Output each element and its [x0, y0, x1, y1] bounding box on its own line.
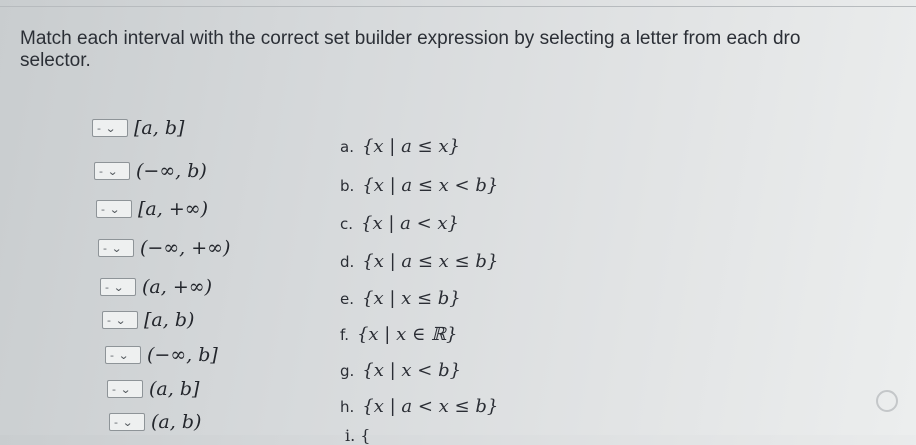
option-a: a. {x | a ≤ x} — [340, 136, 460, 157]
interval-label-6: [a, b) — [144, 309, 195, 331]
letter-dropdown-5[interactable]: - ⌄ — [100, 278, 136, 296]
instruction-line-1: Match each interval with the correct set… — [20, 28, 801, 49]
match-row-8: - ⌄ (a, b] — [107, 378, 199, 400]
letter-dropdown-7[interactable]: - ⌄ — [105, 346, 141, 364]
letter-dropdown-8[interactable]: - ⌄ — [107, 380, 143, 398]
dropdown-value: - — [99, 164, 103, 178]
letter-dropdown-6[interactable]: - ⌄ — [102, 311, 138, 329]
dropdown-value: - — [110, 348, 114, 362]
interval-label-7: (−∞, b] — [147, 344, 218, 366]
option-g: g. {x | x < b} — [340, 360, 462, 381]
option-i-partial: i. { — [345, 426, 371, 445]
option-e: e. {x | x ≤ b} — [340, 288, 461, 309]
match-row-9: - ⌄ (a, b) — [109, 411, 201, 433]
letter-dropdown-4[interactable]: - ⌄ — [98, 239, 134, 257]
instructions: Match each interval with the correct set… — [20, 28, 916, 72]
match-row-3: - ⌄ [a, +∞) — [96, 198, 208, 220]
instruction-line-2: selector. — [20, 50, 91, 71]
option-d: d. {x | a ≤ x ≤ b} — [340, 251, 499, 272]
interval-label-5: (a, +∞) — [142, 276, 212, 298]
loading-ring-icon — [876, 390, 898, 412]
chevron-down-icon: ⌄ — [111, 241, 123, 255]
option-c: c. {x | a < x} — [340, 213, 459, 234]
dropdown-value: - — [114, 415, 118, 429]
interval-label-8: (a, b] — [149, 378, 200, 400]
letter-dropdown-3[interactable]: - ⌄ — [96, 200, 132, 218]
match-row-1: - ⌄ [a, b] — [92, 117, 184, 139]
chevron-down-icon: ⌄ — [120, 382, 132, 396]
option-f: f. {x | x ∈ ℝ} — [340, 324, 458, 345]
match-row-2: - ⌄ (−∞, b) — [94, 160, 207, 182]
chevron-down-icon: ⌄ — [109, 202, 121, 216]
chevron-down-icon: ⌄ — [107, 164, 119, 178]
option-b: b. {x | a ≤ x < b} — [340, 175, 499, 196]
interval-label-1: [a, b] — [134, 117, 185, 139]
letter-dropdown-9[interactable]: - ⌄ — [109, 413, 145, 431]
chevron-down-icon: ⌄ — [113, 280, 125, 294]
match-row-4: - ⌄ (−∞, +∞) — [98, 237, 230, 259]
dropdown-value: - — [105, 280, 109, 294]
chevron-down-icon: ⌄ — [118, 348, 130, 362]
match-row-6: - ⌄ [a, b) — [102, 309, 194, 331]
chevron-down-icon: ⌄ — [105, 121, 117, 135]
interval-label-3: [a, +∞) — [138, 198, 208, 220]
letter-dropdown-2[interactable]: - ⌄ — [94, 162, 130, 180]
dropdown-value: - — [103, 241, 107, 255]
dropdown-value: - — [112, 382, 116, 396]
dropdown-value: - — [97, 121, 101, 135]
match-row-7: - ⌄ (−∞, b] — [105, 344, 218, 366]
match-row-5: - ⌄ (a, +∞) — [100, 276, 212, 298]
dropdown-value: - — [107, 313, 111, 327]
letter-dropdown-1[interactable]: - ⌄ — [92, 119, 128, 137]
chevron-down-icon: ⌄ — [115, 313, 127, 327]
interval-label-2: (−∞, b) — [136, 160, 207, 182]
top-divider — [0, 6, 916, 7]
option-h: h. {x | a < x ≤ b} — [340, 396, 499, 417]
dropdown-value: - — [101, 202, 105, 216]
interval-label-4: (−∞, +∞) — [140, 237, 231, 259]
chevron-down-icon: ⌄ — [122, 415, 134, 429]
interval-label-9: (a, b) — [151, 411, 202, 433]
